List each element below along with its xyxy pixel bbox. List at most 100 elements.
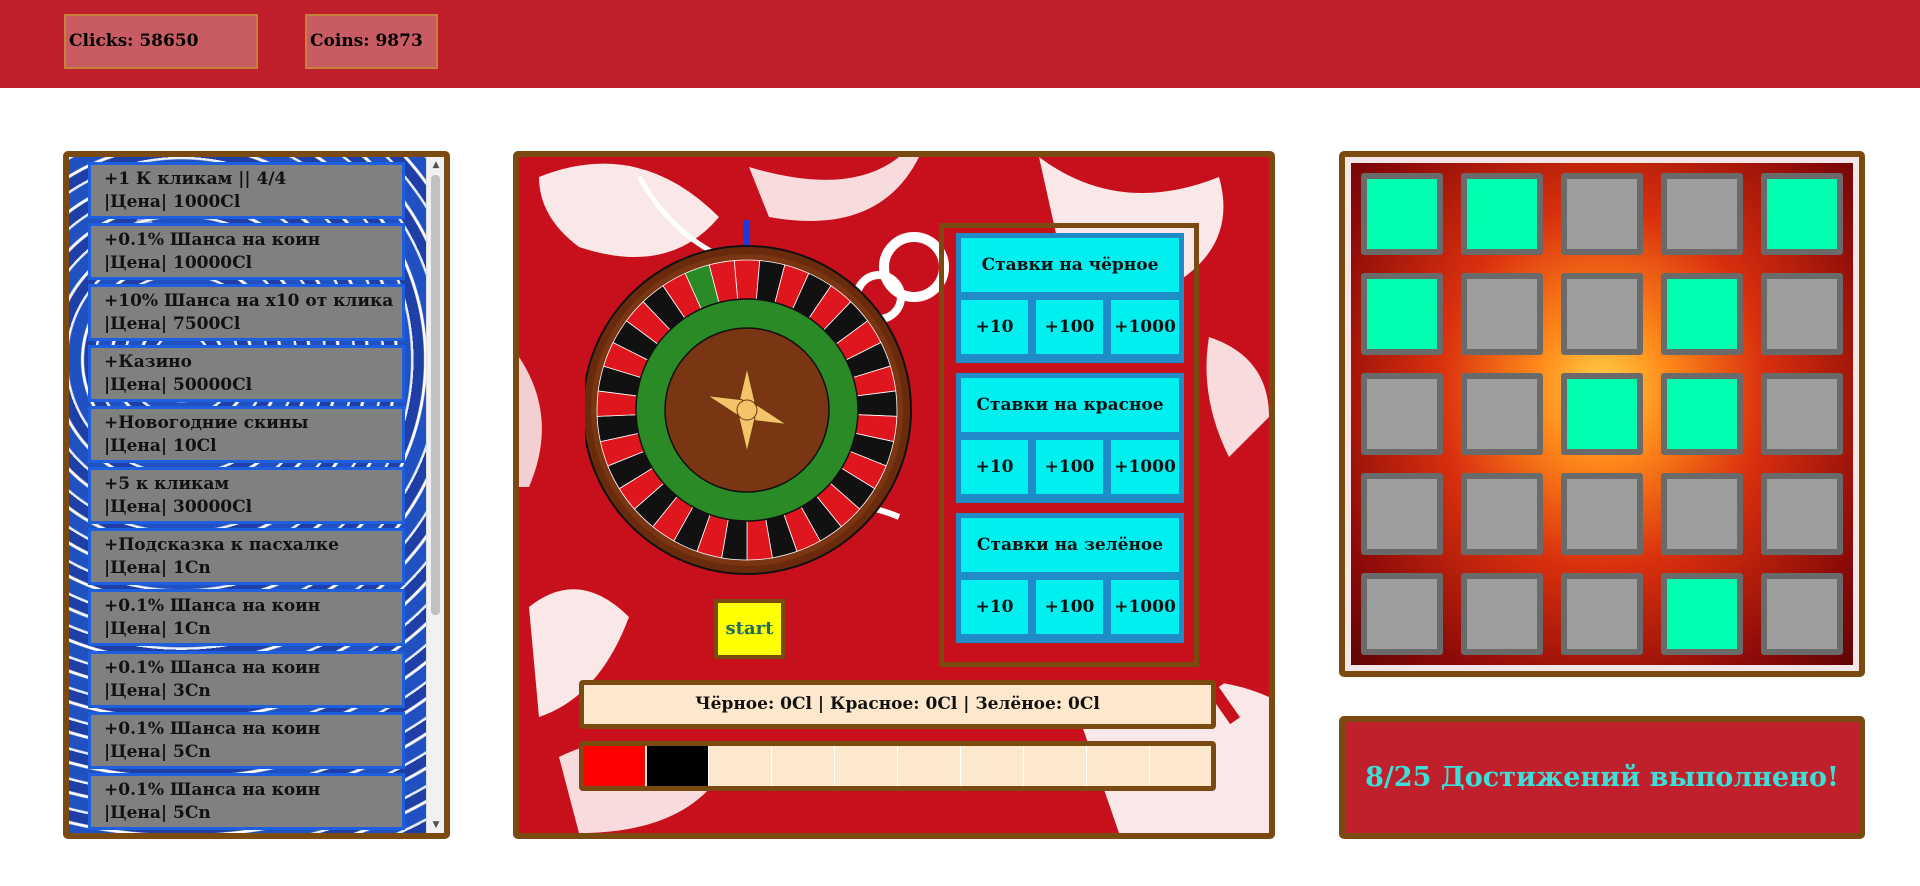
achievement-cell [1361,573,1443,655]
shop-item-title: +0.1% Шанса на коин [104,658,321,678]
achievement-cell [1661,373,1743,455]
shop-item-title: +10% Шанса на x10 от клика [104,291,394,311]
shop-item-price: |Цена| 10000Cl [104,253,253,273]
achievement-cell [1661,573,1743,655]
bet-green-1000-button[interactable]: +1000 [1111,580,1179,634]
achievement-cell [1361,473,1443,555]
shop-item[interactable]: +0.1% Шанса на коин |Цена| 10000Cl [88,223,405,280]
achievement-cell [1761,373,1843,455]
start-button[interactable]: start [714,599,785,659]
achievement-cell [1561,473,1643,555]
shop-item-title: +0.1% Шанса на коин [104,230,321,250]
achievements-grid [1339,151,1865,677]
achievement-cell [1461,473,1543,555]
scroll-down-icon[interactable]: ▼ [427,817,444,833]
shop-list: +1 К кликам || 4/4 |Цена| 1000Cl +0.1% Ша… [69,157,426,833]
shop-item[interactable]: +Подсказка к пасхалке |Цена| 1Cn [88,528,405,585]
shop-item[interactable]: +1 К кликам || 4/4 |Цена| 1000Cl [88,162,405,219]
shop-item-title: +0.1% Шанса на коин [104,719,321,739]
shop-item-price: |Цена| 10Cl [104,436,217,456]
history-cell [962,746,1024,786]
bet-red-100-button[interactable]: +100 [1036,440,1103,494]
shop-item-title: +Новогодние скины [104,413,309,433]
shop-item[interactable]: +10% Шанса на x10 от клика |Цена| 7500Cl [88,284,405,341]
wheel-sector [856,390,898,417]
achievement-cell [1761,273,1843,355]
history-cell [584,746,646,786]
achievement-cell [1661,173,1743,255]
bet-black-100-button[interactable]: +100 [1036,300,1103,354]
history-cell [1151,746,1211,786]
shop-item-price: |Цена| 3Cn [104,681,211,701]
shop-item[interactable]: +0.1% Шанса на коин |Цена| 5Cn [88,712,405,769]
bet-group-red: Ставки на красное +10 +100 +1000 [956,373,1184,503]
roulette-wheel [585,220,912,575]
achievement-cell [1761,473,1843,555]
bet-group-green: Ставки на зелёное +10 +100 +1000 [956,513,1184,643]
scroll-up-icon[interactable]: ▲ [427,157,444,173]
scroll-thumb[interactable] [431,175,440,615]
shop-item[interactable]: +Казино |Цена| 50000Cl [88,345,405,402]
spin-history [579,741,1216,791]
shop-item[interactable]: +0.1% Шанса на коин |Цена| 1Cn [88,589,405,646]
shop-item[interactable]: +0.1% Шанса на коин |Цена| 5Cn [88,773,405,830]
achievement-cell [1461,573,1543,655]
history-cell [836,746,898,786]
achievement-cell [1761,173,1843,255]
achievement-cell [1361,273,1443,355]
bet-red-10-button[interactable]: +10 [961,440,1028,494]
shop-item-price: |Цена| 30000Cl [104,497,253,517]
achievement-cell [1461,173,1543,255]
shop-item-price: |Цена| 7500Cl [104,314,241,334]
top-bar: Clicks: 58650 Coins: 9873 [0,0,1920,88]
shop-item-title: +Казино [104,352,192,372]
shop-item-title: +1 К кликам || 4/4 [104,169,287,189]
achievement-cell [1561,573,1643,655]
shop-item-title: +5 к кликам [104,474,230,494]
shop-item-title: +0.1% Шанса на коин [104,780,321,800]
bet-title-green: Ставки на зелёное [961,518,1179,572]
casino-panel: Ставки на чёрное +10 +100 +1000 Ставки н… [513,151,1275,839]
history-cell [710,746,772,786]
bet-summary: Чёрное: 0Cl | Красное: 0Cl | Зелёное: 0C… [579,680,1216,729]
clicks-counter: Clicks: 58650 [64,14,258,69]
shop-item-price: |Цена| 5Cn [104,742,211,762]
achievement-cell [1361,173,1443,255]
bet-red-1000-button[interactable]: +1000 [1111,440,1179,494]
achievement-cell [1461,373,1543,455]
shop-item-price: |Цена| 50000Cl [104,375,253,395]
shop-item[interactable]: +5 к кликам |Цена| 30000Cl [88,467,405,524]
shop-item-title: +0.1% Шанса на коин [104,596,321,616]
achievement-cell [1761,573,1843,655]
shop-item[interactable]: +Новогодние скины |Цена| 10Cl [88,406,405,463]
shop-item-price: |Цена| 1Cn [104,558,211,578]
achievement-cell [1561,173,1643,255]
shop-item-price: |Цена| 1000Cl [104,192,241,212]
history-cell [1025,746,1087,786]
bet-title-red: Ставки на красное [961,378,1179,432]
shop-item-price: |Цена| 5Cn [104,803,211,823]
achievement-cell [1661,473,1743,555]
coins-counter: Coins: 9873 [305,14,438,69]
achievement-cell [1661,273,1743,355]
history-cell [899,746,961,786]
wheel-sector [733,259,761,300]
bet-green-10-button[interactable]: +10 [961,580,1028,634]
achievement-cell [1561,273,1643,355]
shop-scrollbar[interactable]: ▲ ▼ [426,157,444,833]
bet-black-10-button[interactable]: +10 [961,300,1028,354]
bets-panel: Ставки на чёрное +10 +100 +1000 Ставки н… [939,223,1199,667]
achievement-cell [1361,373,1443,455]
history-cell [773,746,835,786]
achievement-cell [1461,273,1543,355]
shop-panel: +1 К кликам || 4/4 |Цена| 1000Cl +0.1% Ша… [63,151,450,839]
shop-item-price: |Цена| 1Cn [104,619,211,639]
bet-title-black: Ставки на чёрное [961,238,1179,292]
shop-item[interactable]: +0.1% Шанса на коин |Цена| 3Cn [88,651,405,708]
bet-green-100-button[interactable]: +100 [1036,580,1103,634]
shop-item-title: +Подсказка к пасхалке [104,535,339,555]
bet-group-black: Ставки на чёрное +10 +100 +1000 [956,233,1184,363]
achievement-cell [1561,373,1643,455]
achievements-banner: 8/25 Достижений выполнено! [1339,716,1865,839]
bet-black-1000-button[interactable]: +1000 [1111,300,1179,354]
